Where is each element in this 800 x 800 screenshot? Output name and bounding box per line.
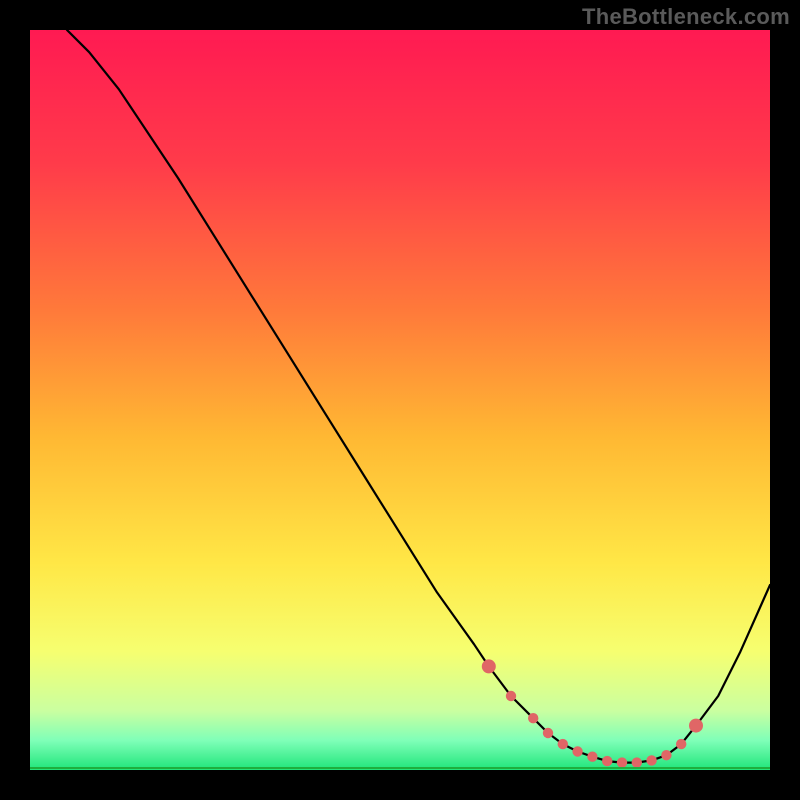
chart-frame: TheBottleneck.com [0,0,800,800]
marker-point [482,659,496,673]
marker-point [543,728,553,738]
marker-point [602,756,612,766]
watermark-text: TheBottleneck.com [582,4,790,30]
chart-svg [30,30,770,770]
marker-point [646,755,656,765]
marker-point [632,757,642,767]
marker-point [676,739,686,749]
marker-point [587,752,597,762]
marker-point [558,739,568,749]
marker-point [572,746,582,756]
marker-point [506,691,516,701]
marker-point [528,713,538,723]
marker-point [617,757,627,767]
gradient-background [30,30,770,770]
marker-point [661,750,671,760]
plot-area [30,30,770,770]
marker-point [689,719,703,733]
